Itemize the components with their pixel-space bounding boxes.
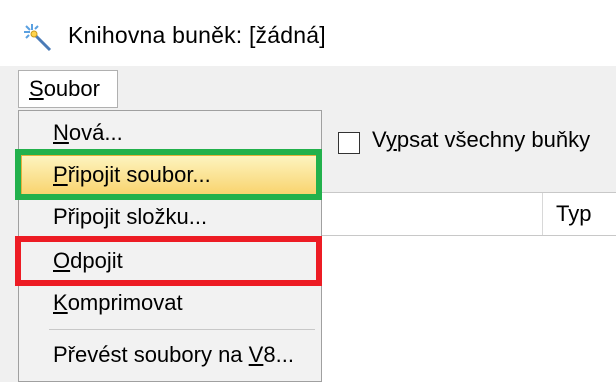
- menu-item-convert-to-v8[interactable]: Převést soubory na V8...: [21, 335, 319, 375]
- title-bar: Knihovna buněk: [žádná]: [0, 0, 616, 66]
- menu-soubor[interactable]: Soubor: [18, 70, 118, 108]
- column-header-type[interactable]: Typ: [556, 201, 591, 227]
- menu-bar: Soubor: [0, 66, 616, 114]
- chk-label-accel: y: [385, 127, 397, 152]
- wand-sparkle-icon: [24, 24, 52, 52]
- chk-label-post: psat všechny buňky: [396, 127, 591, 152]
- mi-pre: Připo: [53, 204, 105, 229]
- mi-post: omprimovat: [67, 290, 183, 315]
- menu-soubor-label: oubor: [43, 76, 100, 101]
- cell-library-panel: Vypsat všechny buňky Typ: [322, 110, 616, 382]
- menu-item-attach-folder[interactable]: Připojit složku...: [21, 197, 319, 237]
- highlight-box-red: [15, 236, 322, 286]
- mi-post: ová...: [68, 120, 123, 145]
- mi-accel: N: [53, 120, 69, 145]
- menu-soubor-accel: S: [29, 76, 44, 101]
- mi-accel: K: [53, 290, 68, 315]
- cell-list-header: Typ: [322, 192, 616, 236]
- mi-pre: Převést soubory na: [53, 342, 249, 367]
- window-title: Knihovna buněk: [žádná]: [68, 22, 326, 48]
- mi-accel: V: [248, 342, 264, 367]
- show-all-cells-label[interactable]: Vypsat všechny buňky: [372, 127, 590, 153]
- menu-separator: [49, 329, 315, 330]
- mi-post: it složku...: [109, 204, 208, 229]
- menu-item-compress[interactable]: Komprimovat: [21, 283, 319, 323]
- show-all-cells-checkbox[interactable]: [338, 132, 360, 154]
- chk-label-pre: V: [372, 127, 386, 152]
- panel-toolbar: Vypsat všechny buňky: [322, 110, 616, 192]
- mi-post: 8...: [263, 342, 294, 367]
- highlight-box-green: [15, 149, 322, 200]
- menu-item-new[interactable]: Nová...: [21, 113, 319, 153]
- column-separator[interactable]: [542, 193, 543, 235]
